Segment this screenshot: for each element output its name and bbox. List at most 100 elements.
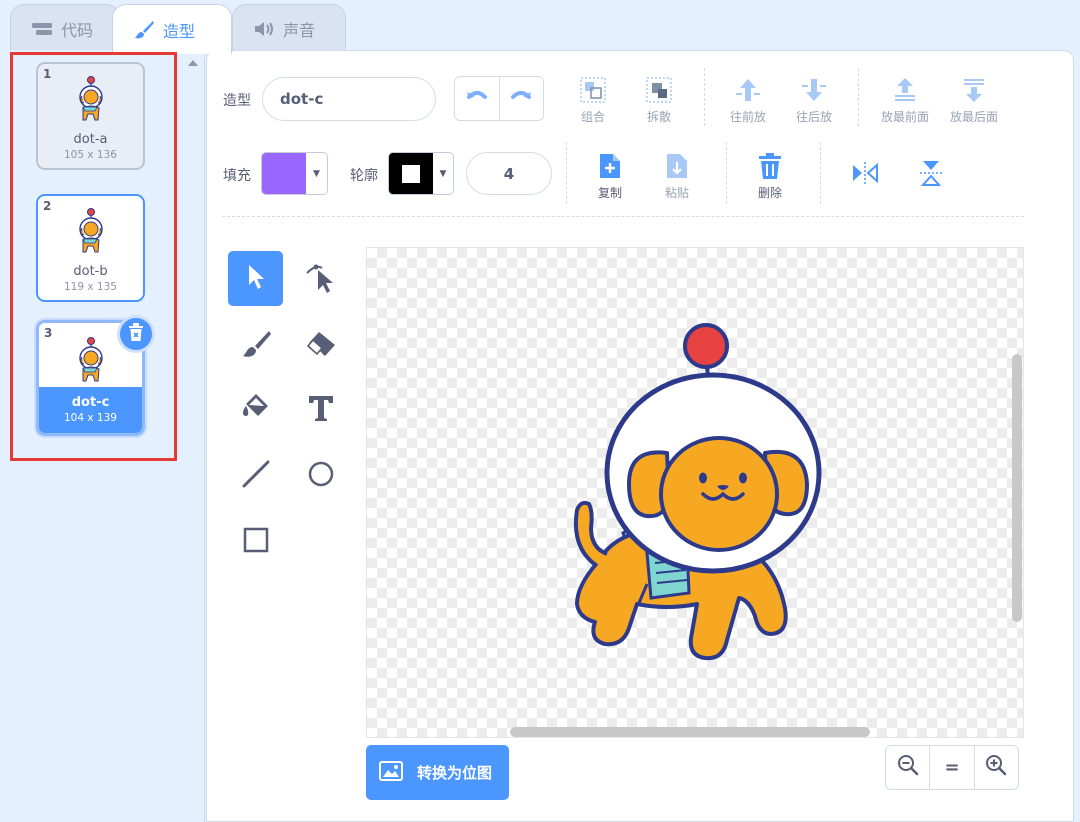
reshape-tool[interactable] xyxy=(293,251,348,306)
paint-bucket-icon xyxy=(240,392,272,428)
brush-icon xyxy=(133,19,155,41)
outline-color-swatch xyxy=(389,153,433,194)
send-to-back-button[interactable]: 放最后面 xyxy=(943,72,1005,125)
convert-to-bitmap-button[interactable]: 转换为位图 xyxy=(366,745,509,800)
circle-tool[interactable] xyxy=(293,448,348,503)
image-icon xyxy=(379,760,403,785)
backward-button[interactable]: 往后放 xyxy=(783,72,845,125)
canvas-vertical-scrollbar[interactable] xyxy=(1012,354,1022,622)
costume-list-scrollbar[interactable] xyxy=(181,50,205,822)
fill-color-picker[interactable]: ▼ xyxy=(261,152,328,195)
costume-name: dot-b xyxy=(73,264,108,279)
copy-button[interactable]: 复制 xyxy=(579,148,641,201)
zoom-reset-button[interactable]: = xyxy=(930,746,975,789)
rectangle-tool[interactable] xyxy=(228,514,283,569)
redo-icon xyxy=(510,89,532,109)
select-tool[interactable] xyxy=(228,251,283,306)
drawing-canvas[interactable] xyxy=(366,247,1024,738)
tab-code-label: 代码 xyxy=(61,20,94,40)
rectangle-icon xyxy=(241,525,271,559)
tab-sound[interactable]: 声音 xyxy=(232,4,346,52)
fill-label: 填充 xyxy=(223,168,251,184)
outline-label: 轮廓 xyxy=(350,168,378,184)
text-tool[interactable] xyxy=(293,382,348,437)
line-tool[interactable] xyxy=(228,448,283,503)
to-back-icon xyxy=(943,72,1005,108)
costume-item[interactable]: 1 dot-a 105 x 136 xyxy=(36,62,145,170)
cursor-arrow-icon xyxy=(244,263,268,295)
dog-astronaut-drawing xyxy=(573,323,822,661)
speaker-icon xyxy=(253,20,275,38)
bring-to-front-label: 放最前面 xyxy=(880,110,929,124)
undo-icon xyxy=(466,89,488,109)
costume-size: 104 x 139 xyxy=(64,412,117,424)
fill-color-swatch xyxy=(262,153,306,194)
flip-horizontal-icon xyxy=(834,155,896,191)
trash-icon xyxy=(739,148,801,184)
costume-name: dot-c xyxy=(71,395,110,410)
text-icon xyxy=(307,393,335,427)
tab-costume-label: 造型 xyxy=(163,21,196,41)
tab-code[interactable]: 代码 xyxy=(10,4,120,52)
delete-button[interactable]: 删除 xyxy=(739,148,801,201)
stroke-width-input[interactable]: 4 xyxy=(466,152,552,195)
outline-color-picker[interactable]: ▼ xyxy=(388,152,454,195)
brush-tool[interactable] xyxy=(228,318,283,373)
trash-icon xyxy=(127,322,145,346)
costume-index: 2 xyxy=(43,199,52,213)
ungroup-label: 拆散 xyxy=(646,110,671,124)
paste-label: 粘贴 xyxy=(664,186,689,200)
costume-index: 1 xyxy=(43,67,52,81)
paste-icon xyxy=(646,148,708,184)
circle-icon xyxy=(306,459,336,493)
costume-size: 105 x 136 xyxy=(64,149,117,161)
costume-size: 119 x 135 xyxy=(64,281,117,293)
reshape-icon xyxy=(304,260,338,298)
line-icon xyxy=(241,459,271,493)
undo-button[interactable] xyxy=(455,77,500,120)
code-blocks-icon xyxy=(31,21,53,37)
costume-thumbnail xyxy=(38,64,143,128)
redo-button[interactable] xyxy=(500,77,544,120)
delete-costume-button[interactable] xyxy=(117,315,155,353)
canvas-horizontal-scrollbar[interactable] xyxy=(510,727,870,737)
costume-item[interactable]: 2 dot-b 119 x 135 xyxy=(36,194,145,302)
zoom-out-button[interactable] xyxy=(886,746,931,789)
flip-horizontal-button[interactable] xyxy=(834,155,896,191)
send-to-back-label: 放最后面 xyxy=(949,110,998,124)
copy-icon xyxy=(579,148,641,184)
flip-vertical-button[interactable] xyxy=(900,155,962,191)
backward-label: 往后放 xyxy=(795,110,832,124)
costume-label: 造型 xyxy=(223,93,251,109)
arrow-down-icon xyxy=(783,72,845,108)
group-icon xyxy=(562,72,624,108)
to-front-icon xyxy=(874,72,936,108)
costume-index: 3 xyxy=(44,326,53,340)
paste-button[interactable]: 粘贴 xyxy=(646,148,708,201)
flip-vertical-icon xyxy=(900,155,962,191)
arrow-up-icon xyxy=(717,72,779,108)
chevron-down-icon: ▼ xyxy=(313,168,320,179)
tab-costume[interactable]: 造型 xyxy=(112,4,232,54)
group-button[interactable]: 组合 xyxy=(562,72,624,125)
scroll-up-icon[interactable] xyxy=(188,60,198,66)
costume-drawing xyxy=(573,323,822,661)
eraser-icon xyxy=(305,330,337,362)
costume-name-input[interactable]: dot-c xyxy=(262,77,436,121)
copy-label: 复制 xyxy=(597,186,622,200)
fill-tool[interactable] xyxy=(228,382,283,437)
costume-name: dot-a xyxy=(73,132,108,147)
zoom-in-icon xyxy=(985,754,1007,781)
forward-button[interactable]: 往前放 xyxy=(717,72,779,125)
costume-thumbnail xyxy=(38,196,143,260)
convert-to-bitmap-label: 转换为位图 xyxy=(417,764,493,782)
bring-to-front-button[interactable]: 放最前面 xyxy=(874,72,936,125)
eraser-tool[interactable] xyxy=(293,318,348,373)
ungroup-button[interactable]: 拆散 xyxy=(628,72,690,125)
group-label: 组合 xyxy=(580,110,605,124)
zoom-in-button[interactable] xyxy=(975,746,1018,789)
tab-sound-label: 声音 xyxy=(283,20,316,40)
delete-label: 删除 xyxy=(757,186,782,200)
zoom-controls: = xyxy=(885,745,1019,790)
forward-label: 往前放 xyxy=(729,110,766,124)
